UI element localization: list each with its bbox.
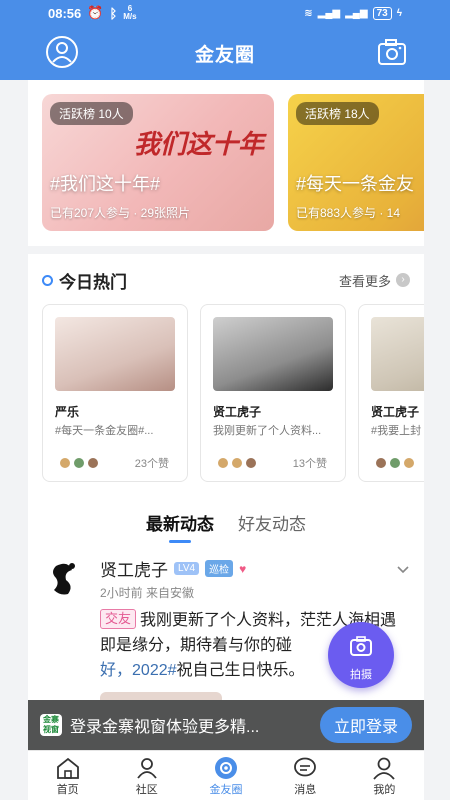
post-tag[interactable]: 交友 (100, 609, 137, 629)
hot-card[interactable]: 贤工虎子 #我要上封 (358, 304, 424, 482)
tab-friends[interactable]: 好友动态 (238, 510, 306, 543)
hot-card-desc: 我刚更新了个人资料... (213, 425, 322, 437)
active-rank-badge: 活跃榜 18人 (296, 102, 379, 125)
home-icon (56, 757, 79, 779)
post-username[interactable]: 贤工虎子 (100, 556, 168, 581)
capture-button[interactable]: 拍摄 (328, 622, 394, 688)
login-prompt: 登录金寨视窗体验更多精... (70, 719, 260, 736)
section-dot-icon (42, 274, 53, 286)
heart-icon: ♥ (239, 561, 247, 576)
hot-section-title: 今日热门 (59, 272, 127, 292)
nav-messages[interactable]: 消息 (266, 751, 345, 800)
community-icon (137, 758, 157, 779)
profile-icon[interactable] (44, 34, 80, 70)
topic-banner[interactable]: 活跃榜 10人 我们这十年 #我们这十年# 已有207人参与 · 29张照片 (42, 94, 274, 231)
bottom-nav: 首页 社区 金友圈 消息 我的 (28, 750, 424, 800)
role-badge: 巡检 (205, 560, 234, 577)
hot-card[interactable]: 贤工虎子 我刚更新了个人资料... 13个赞 (200, 304, 346, 482)
post-text-tail: 好， (100, 662, 133, 679)
status-time: 08:56 (48, 5, 82, 21)
login-banner: 金寨视窗 登录金寨视窗体验更多精... 立即登录 (28, 700, 424, 750)
user-icon (373, 757, 396, 780)
post-text-end: 祝自己生日快乐。 (176, 662, 305, 679)
content-area[interactable]: 活跃榜 10人 我们这十年 #我们这十年# 已有207人参与 · 29张照片 活… (28, 80, 424, 700)
bluetooth-icon: ᛒ (109, 5, 118, 21)
topic-banner[interactable]: 活跃榜 18人 #每天一条金友 已有883人参与 · 14 (288, 94, 424, 231)
post-time: 2小时前 来自安徽 (100, 586, 195, 600)
see-more-link[interactable]: 查看更多 › (339, 271, 410, 290)
capture-label: 拍摄 (350, 669, 372, 681)
avatar[interactable] (42, 556, 86, 600)
liker-avatars (59, 457, 99, 469)
wifi-icon: ≋ (304, 7, 313, 19)
charging-icon: ϟ (396, 7, 402, 19)
hot-card-name: 贤工虎子 (371, 405, 420, 419)
banner-meta: 已有207人参与 · 29张照片 (50, 206, 191, 220)
hot-card-photo (55, 317, 175, 391)
network-speed: 6 M/s (123, 4, 137, 21)
topic-banners: 活跃榜 10人 我们这十年 #我们这十年# 已有207人参与 · 29张照片 活… (42, 94, 424, 231)
camera-icon (350, 636, 372, 656)
hot-card-desc: #每天一条金友圈#... (55, 425, 154, 437)
nav-jinyouquan[interactable]: 金友圈 (186, 751, 265, 800)
post-author-row: 贤工虎子 LV4 巡检 ♥ (100, 556, 246, 581)
header: 金友圈 (0, 26, 450, 80)
hot-list: 严乐 #每天一条金友圈#... 23个赞 贤工虎子 我刚更新了个人资料... 1… (42, 304, 424, 482)
hot-card-photo (371, 317, 424, 391)
camera-icon[interactable] (374, 34, 410, 70)
hot-card-likes: 13个赞 (292, 458, 327, 470)
battery-indicator: 73 (372, 6, 392, 20)
level-badge: LV4 (174, 562, 200, 575)
signal-icon: ▂▄▆ (317, 7, 341, 19)
banner-topic: #我们这十年# (50, 174, 161, 194)
message-icon (294, 757, 317, 777)
liker-avatars (375, 457, 415, 469)
post-image[interactable] (100, 692, 222, 700)
circle-feed-icon (215, 757, 237, 779)
nav-home[interactable]: 首页 (28, 751, 107, 800)
hot-card-likes: 23个赞 (134, 458, 169, 470)
hot-card-name: 贤工虎子 (213, 405, 262, 419)
status-bar: 08:56 ⏰ ᛒ 6 M/s ≋ ▂▄▆ ▂▄▆ 73 ϟ (0, 0, 450, 26)
chevron-down-icon[interactable] (396, 562, 410, 576)
alarm-icon: ⏰ (87, 5, 104, 20)
post-hashtag[interactable]: 2022# (132, 662, 177, 679)
hot-card-name: 严乐 (55, 405, 80, 419)
chevron-right-icon: › (396, 273, 410, 287)
banner-topic: #每天一条金友 (296, 174, 415, 194)
app-logo: 金寨视窗 (40, 714, 62, 736)
hot-card[interactable]: 严乐 #每天一条金友圈#... 23个赞 (42, 304, 188, 482)
hot-card-desc: #我要上封 (371, 425, 422, 437)
feed-tabs: 最新动态 好友动态 (28, 510, 424, 543)
banner-art-text: 我们这十年 (133, 129, 264, 159)
banner-meta: 已有883人参与 · 14 (296, 206, 401, 220)
liker-avatars (217, 457, 257, 469)
hot-section-header: 今日热门 查看更多 › (42, 268, 410, 292)
login-button[interactable]: 立即登录 (319, 707, 412, 743)
signal-icon-2: ▂▄▆ (345, 7, 368, 19)
tab-latest[interactable]: 最新动态 (146, 510, 214, 543)
nav-community[interactable]: 社区 (107, 751, 186, 800)
hot-card-photo (213, 317, 333, 391)
page-title: 金友圈 (194, 44, 255, 66)
section-divider (28, 246, 424, 254)
active-rank-badge: 活跃榜 10人 (50, 102, 133, 125)
nav-me[interactable]: 我的 (345, 751, 424, 800)
top-bar: 08:56 ⏰ ᛒ 6 M/s ≋ ▂▄▆ ▂▄▆ 73 ϟ 金友圈 (0, 0, 450, 80)
